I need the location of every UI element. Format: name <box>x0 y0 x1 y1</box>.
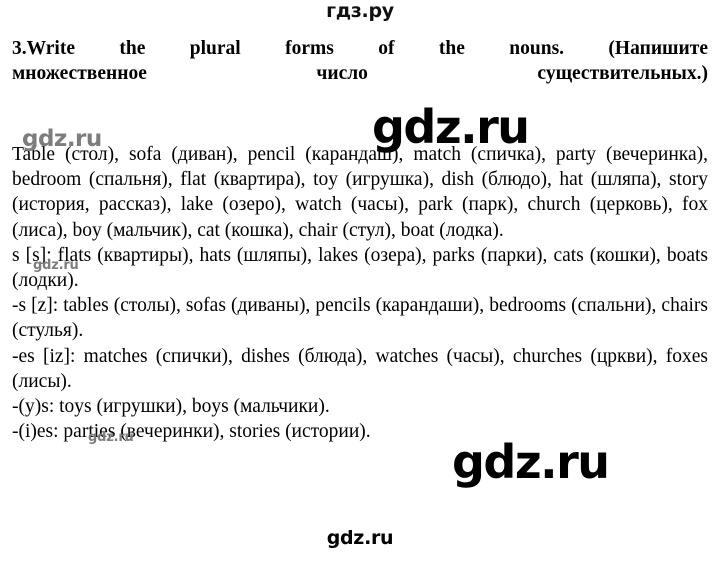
answer-paragraph: -es [iz]: matches (спички), dishes (блюд… <box>12 345 708 392</box>
answer-paragraph: -(i)es: parties (вечеринки), stories (ис… <box>12 421 371 443</box>
page-content: 3.Write the plural forms of the nouns. (… <box>12 36 708 444</box>
answer-paragraph: Table (стол), sofa (диван), pencil (кара… <box>12 144 708 241</box>
exercise-title: 3.Write the plural forms of the nouns. (… <box>12 36 708 86</box>
site-logo-header[interactable]: гдз.ру <box>0 0 720 22</box>
site-logo-footer[interactable]: gdz.ru <box>0 527 720 549</box>
answer-block: Table (стол), sofa (диван), pencil (кара… <box>12 142 708 444</box>
answer-paragraph: -(y)s: toys (игрушки), boys (мальчики). <box>12 396 330 418</box>
exercise-title-line-2: множественное число существительных.) <box>12 63 708 84</box>
exercise-title-line-1: 3.Write the plural forms of the nouns. (… <box>12 38 708 59</box>
answer-paragraph: -s [z]: tables (столы), sofas (диваны), … <box>12 295 708 342</box>
answer-paragraph: s [s]: flats (квартиры), hats (шляпы), l… <box>12 244 708 292</box>
